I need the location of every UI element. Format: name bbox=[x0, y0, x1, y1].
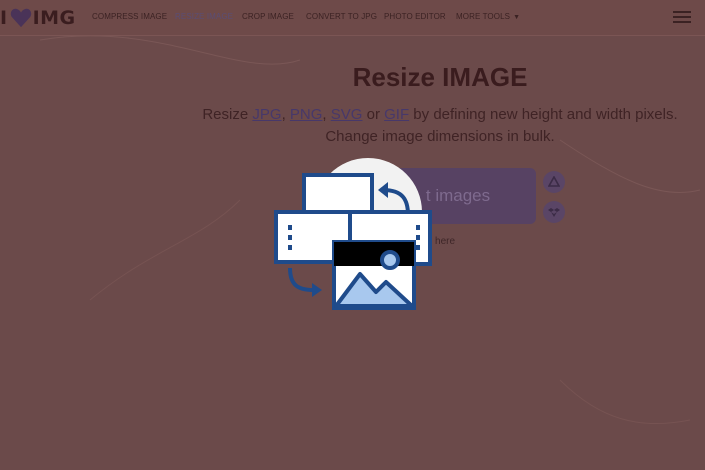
dropbox-button[interactable] bbox=[543, 201, 565, 223]
logo-suffix: IMG bbox=[32, 7, 76, 29]
subtitle-prefix: Resize bbox=[202, 106, 253, 123]
caret-down-icon: ▼ bbox=[513, 14, 521, 21]
nav-more-tools[interactable]: MORE TOOLS ▼ bbox=[456, 12, 520, 21]
format-link-gif[interactable]: GIF bbox=[384, 106, 409, 123]
subtitle-line2: Change image dimensions in bulk. bbox=[325, 128, 555, 145]
subtitle-suffix: by defining new height and width pixels. bbox=[409, 106, 678, 123]
nav-resize-image[interactable]: RESIZE IMAGE bbox=[175, 12, 233, 21]
menu-icon[interactable] bbox=[673, 8, 691, 26]
nav-convert-to-jpg[interactable]: CONVERT TO JPG bbox=[306, 12, 377, 21]
dropbox-icon bbox=[548, 208, 560, 217]
subtitle-separator: , bbox=[281, 106, 290, 123]
page-subtitle: Resize JPG, PNG, SVG or GIF by defining … bbox=[200, 104, 680, 148]
format-link-svg[interactable]: SVG bbox=[331, 106, 363, 123]
format-link-jpg[interactable]: JPG bbox=[252, 106, 281, 123]
subtitle-separator: , bbox=[322, 106, 331, 123]
google-drive-icon bbox=[548, 176, 560, 187]
format-link-png[interactable]: PNG bbox=[290, 106, 323, 123]
subtitle-separator: or bbox=[362, 106, 385, 123]
nav-more-tools-label: MORE TOOLS bbox=[456, 12, 511, 21]
resize-image-icon bbox=[274, 173, 432, 310]
nav-crop-image[interactable]: CROP IMAGE bbox=[242, 12, 294, 21]
google-drive-button[interactable] bbox=[543, 171, 565, 193]
page-title: Resize IMAGE bbox=[352, 62, 528, 92]
heart-icon bbox=[10, 8, 31, 28]
nav-compress-image[interactable]: COMPRESS IMAGE bbox=[92, 12, 167, 21]
logo-prefix: I bbox=[0, 7, 8, 29]
top-navbar: I IMG COMPRESS IMAGE RESIZE IMAGE CROP I… bbox=[0, 0, 705, 36]
nav-photo-editor[interactable]: PHOTO EDITOR bbox=[384, 12, 446, 21]
logo[interactable]: I IMG bbox=[0, 5, 76, 31]
